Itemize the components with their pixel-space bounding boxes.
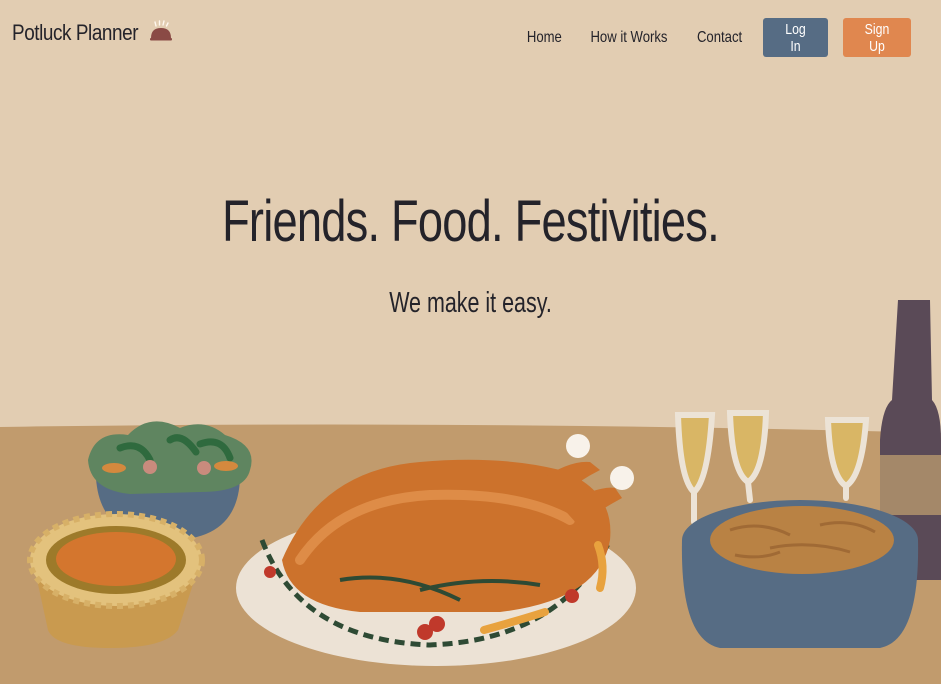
casserole-dish-illustration	[681, 500, 919, 648]
nav-link-how-it-works[interactable]: How it Works	[590, 29, 667, 47]
signup-button[interactable]: Sign Up	[843, 18, 911, 57]
brand-name: Potluck Planner	[12, 20, 139, 45]
signup-button-label: Sign Up	[864, 20, 890, 55]
brand[interactable]: Potluck Planner	[12, 20, 172, 46]
login-button[interactable]: Log In	[763, 18, 828, 57]
hero-title: Friends. Food. Festivities.	[222, 189, 720, 254]
navbar: Potluck Planner Home How it Works Contac…	[0, 0, 941, 74]
pie-illustration	[27, 511, 205, 648]
feast-illustration	[0, 300, 941, 684]
dish-cloche-icon	[150, 20, 172, 41]
nav-links: Home How it Works Contact Log In Sign Up	[523, 18, 911, 57]
login-button-label: Log In	[785, 20, 806, 55]
nav-link-home[interactable]: Home	[527, 29, 562, 47]
nav-link-contact[interactable]: Contact	[697, 29, 742, 47]
